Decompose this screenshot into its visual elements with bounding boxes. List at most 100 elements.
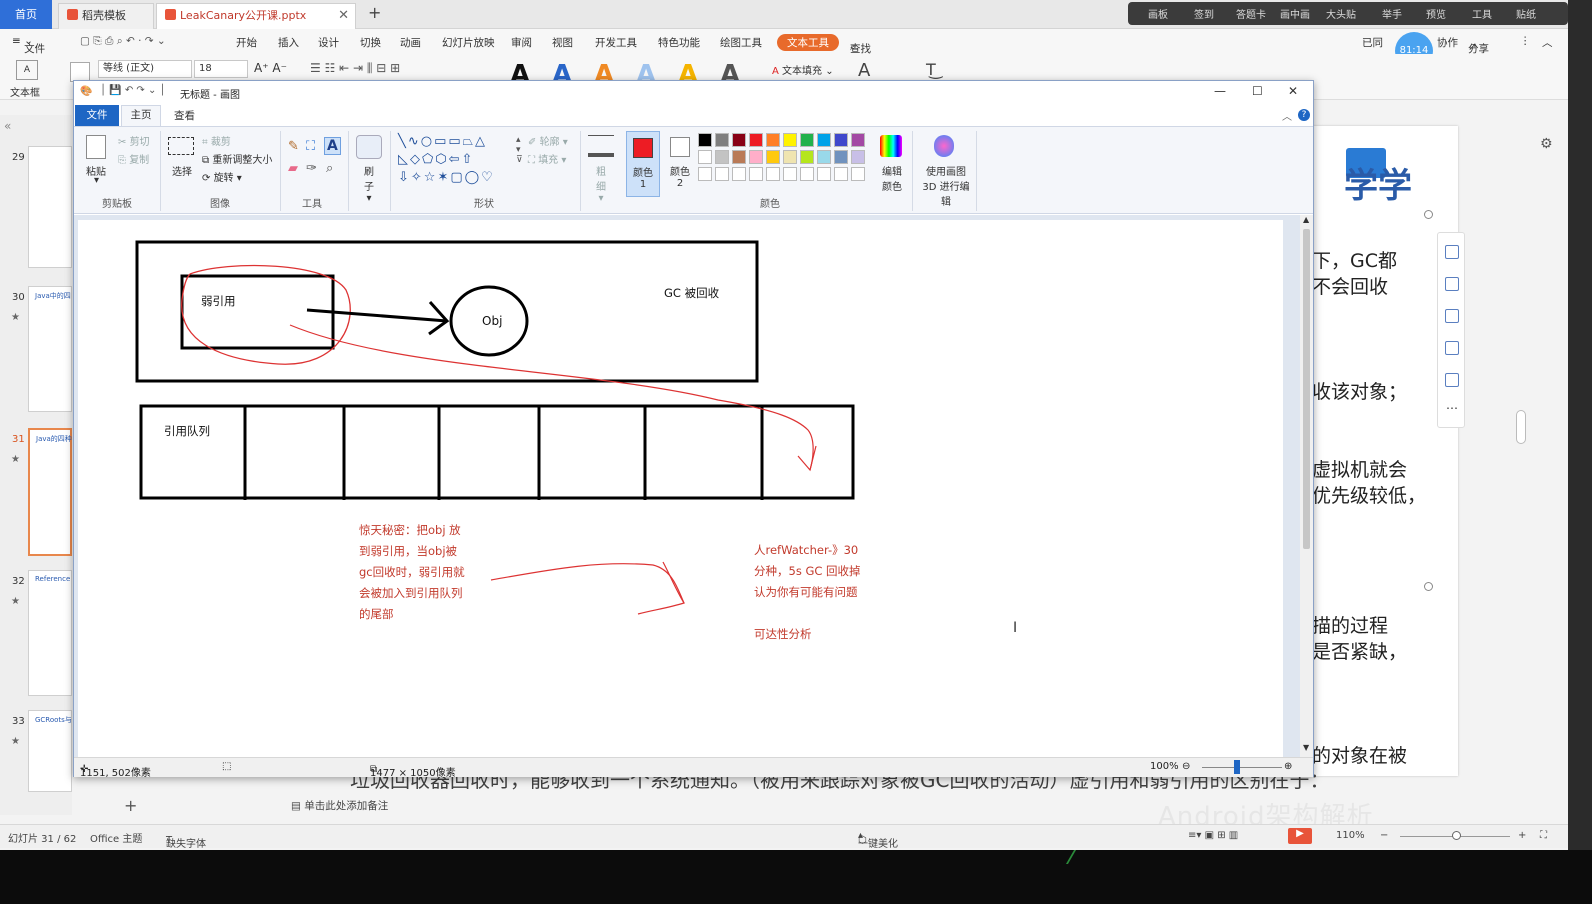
play-slideshow-icon[interactable]: ▶ [1288, 828, 1312, 844]
help-icon[interactable]: ? [1298, 109, 1310, 121]
palette-color-swatch[interactable] [715, 150, 729, 164]
tab-file[interactable]: 文件 [75, 105, 119, 126]
palette-custom-slot[interactable] [698, 167, 712, 181]
menu-design[interactable]: 设计 [318, 35, 339, 50]
size-button[interactable]: 粗细▾ [594, 163, 608, 204]
paint3d-icon[interactable] [934, 135, 954, 157]
frame-icon[interactable] [1445, 341, 1459, 355]
palette-color-swatch[interactable] [715, 133, 729, 147]
palette-color-swatch[interactable] [817, 133, 831, 147]
new-tab-button[interactable]: + [368, 3, 381, 22]
crop-button[interactable]: ⌗ 裁剪 [202, 133, 231, 148]
magnifier-icon[interactable]: ⌕ [326, 161, 333, 176]
palette-custom-slot[interactable] [800, 167, 814, 181]
cloud-sync[interactable]: 已同 [1362, 35, 1383, 50]
palette-color-swatch[interactable] [817, 150, 831, 164]
resize-handle[interactable] [1424, 582, 1433, 591]
shapes-gallery[interactable]: ╲∿○▭▭⏢△ ◺◇⬠⬡⇦⇧ ⇩✧☆✶▢◯♡ [398, 133, 516, 187]
palette-custom-slot[interactable] [817, 167, 831, 181]
palette-color-swatch[interactable] [834, 150, 848, 164]
quick-access-icons[interactable]: ▢ ⎘ ⎙ ⌕ ↶ · ↷ ⌄ [80, 35, 166, 48]
cut-button[interactable]: ✂ 剪切 [118, 133, 150, 148]
palette-color-swatch[interactable] [851, 133, 865, 147]
palette-color-swatch[interactable] [732, 133, 746, 147]
tool-pip[interactable]: 画中画 [1280, 6, 1310, 21]
tab-template[interactable]: 稻壳模板 [58, 3, 154, 29]
collapse-ribbon-icon[interactable]: ︿ [1282, 108, 1292, 123]
shapes-scroll[interactable]: ▴ ▾ ⊽ [516, 135, 523, 165]
palette-custom-slot[interactable] [783, 167, 797, 181]
slide-thumb-30[interactable]: Java中的四 [28, 286, 72, 412]
select-icon[interactable] [168, 137, 194, 155]
paint3d-button[interactable]: 使用画图 3D 进行编辑 [920, 163, 972, 208]
tool-signin[interactable]: 签到 [1194, 6, 1214, 21]
palette-color-swatch[interactable] [749, 150, 763, 164]
palette-color-swatch[interactable] [749, 133, 763, 147]
palette-color-swatch[interactable] [783, 133, 797, 147]
edit-colors-icon[interactable] [880, 135, 902, 157]
slide-thumb-31[interactable]: Java的四种 [28, 428, 72, 556]
view-mode-icons[interactable]: ≡▾ ▣ ⊞ ▥ [1188, 830, 1238, 841]
font-grow-icon[interactable]: A⁺ A⁻ [254, 61, 287, 75]
paste-icon[interactable] [86, 135, 106, 159]
slide-thumb-33[interactable]: GCRoots与 [28, 710, 72, 792]
tab-home[interactable]: 首页 [0, 0, 52, 29]
outline-button[interactable]: ✐ 轮廓 ▾ [528, 133, 568, 148]
minimize-button[interactable]: — [1214, 84, 1226, 98]
vertical-scrollbar[interactable]: ▲ ▼ [1300, 215, 1313, 757]
properties-icon[interactable]: ⚙ [1540, 136, 1553, 152]
color2-label[interactable]: 颜色 2 [668, 163, 692, 189]
more-icon[interactable]: ⋮ [1520, 35, 1531, 47]
quick-access-toolbar[interactable]: │ 💾 ↶ ↷ ⌄ │ [100, 85, 166, 96]
tool-preview[interactable]: 预览 [1426, 6, 1446, 21]
zoom-thumb[interactable] [1234, 760, 1240, 774]
select-button[interactable]: 选择 [172, 163, 192, 178]
menu-animation[interactable]: 动画 [400, 35, 421, 50]
brush-icon[interactable] [356, 135, 382, 159]
theme-name[interactable]: Office 主题 [90, 830, 142, 845]
zoom-out-icon[interactable]: ⊖ [1182, 761, 1190, 772]
resize-button[interactable]: ⧉ 重新调整大小 [202, 151, 272, 166]
collapse-panel-icon[interactable]: « [4, 119, 11, 133]
zoom-out-icon[interactable]: − [1380, 830, 1388, 841]
palette-color-swatch[interactable] [800, 133, 814, 147]
tab-home[interactable]: 主页 [121, 105, 161, 126]
rotate-button[interactable]: ⟳ 旋转 ▾ [202, 169, 242, 184]
font-size-select[interactable]: 18 [194, 60, 248, 78]
slide-scrollbar[interactable] [1516, 410, 1526, 444]
eraser-icon[interactable] [1445, 309, 1459, 323]
scroll-up-icon[interactable]: ▲ [1303, 215, 1309, 224]
menu-transition[interactable]: 切换 [360, 35, 381, 50]
edit-colors-button[interactable]: 编辑颜色 [880, 163, 904, 193]
eraser-icon[interactable]: ▰ [288, 161, 298, 176]
collaborate-button[interactable]: 协作 [1437, 35, 1458, 50]
menu-view[interactable]: 视图 [552, 35, 573, 50]
fill-button[interactable]: ⛶ 填充 ▾ [528, 151, 566, 166]
palette-color-swatch[interactable] [783, 150, 797, 164]
scroll-down-icon[interactable]: ▼ [1303, 743, 1309, 752]
palette-color-swatch[interactable] [698, 133, 712, 147]
menu-file[interactable]: ≡ 文件 ⌄ [12, 35, 45, 55]
palette-color-swatch[interactable] [800, 150, 814, 164]
text-fill-button[interactable]: A 文本填充 ⌄ [772, 62, 834, 77]
scroll-thumb[interactable] [1303, 229, 1310, 549]
color2-swatch[interactable] [670, 137, 690, 157]
tool-answer-card[interactable]: 答题卡 [1236, 6, 1266, 21]
palette-custom-slot[interactable] [766, 167, 780, 181]
palette-custom-slot[interactable] [715, 167, 729, 181]
slide-thumb-32[interactable]: Reference [28, 570, 72, 696]
palette-color-swatch[interactable] [851, 150, 865, 164]
format-painter-icon[interactable] [70, 62, 90, 82]
palette-color-swatch[interactable] [732, 150, 746, 164]
fit-window-icon[interactable]: ⛶ [1540, 830, 1547, 841]
tool-board[interactable]: 画板 [1148, 6, 1168, 21]
tool-raise-hand[interactable]: 举手 [1382, 6, 1402, 21]
zoom-track[interactable] [1202, 767, 1282, 768]
text-effect-icon[interactable]: A [858, 60, 870, 81]
zoom-level[interactable]: 110% [1336, 830, 1365, 841]
menu-features[interactable]: 特色功能 [658, 35, 700, 50]
menu-slideshow[interactable]: 幻灯片放映 [442, 35, 495, 50]
menu-start[interactable]: 开始 [236, 35, 257, 50]
zoom-in-icon[interactable]: ⊕ [1284, 761, 1292, 772]
tab-view[interactable]: 查看 [174, 108, 195, 123]
